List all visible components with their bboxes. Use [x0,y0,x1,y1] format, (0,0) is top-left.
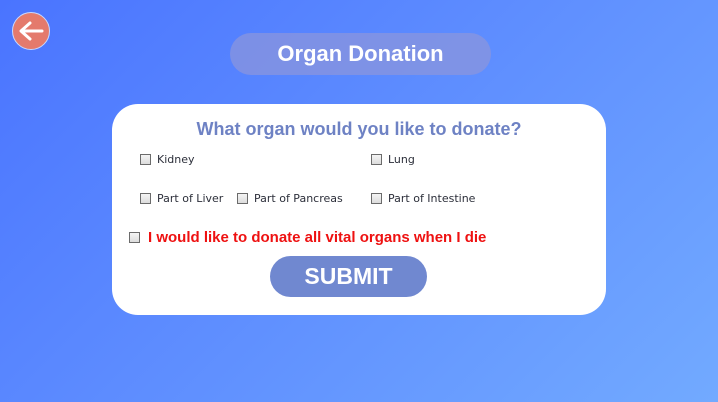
option-part-of-intestine[interactable]: Part of Intestine [371,192,475,205]
option-kidney[interactable]: Kidney [140,153,195,166]
intestine-checkbox[interactable] [371,193,382,204]
question-heading: What organ would you like to donate? [196,119,522,139]
option-all-vital-organs[interactable]: I would like to donate all vital organs … [129,229,486,246]
option-lung[interactable]: Lung [371,153,415,166]
option-label: Part of Intestine [388,192,476,205]
option-part-of-pancreas[interactable]: Part of Pancreas [237,192,343,205]
option-label: Part of Pancreas [254,192,343,205]
lung-checkbox[interactable] [371,154,382,165]
kidney-checkbox[interactable] [140,154,151,165]
page-title: Organ Donation [230,33,491,75]
option-part-of-liver[interactable]: Part of Liver [140,192,223,205]
option-label: Kidney [157,153,195,166]
option-label: Part of Liver [157,192,224,205]
all-vital-label: I would like to donate all vital organs … [148,229,487,246]
submit-button[interactable]: SUBMIT [270,256,427,297]
pancreas-checkbox[interactable] [237,193,248,204]
organ-selection-card: What organ would you like to donate? Kid… [112,104,606,315]
arrow-left-icon [19,21,44,41]
option-label: Lung [388,153,415,166]
back-button[interactable] [12,12,50,50]
all-vital-checkbox[interactable] [129,232,140,243]
liver-checkbox[interactable] [140,193,151,204]
